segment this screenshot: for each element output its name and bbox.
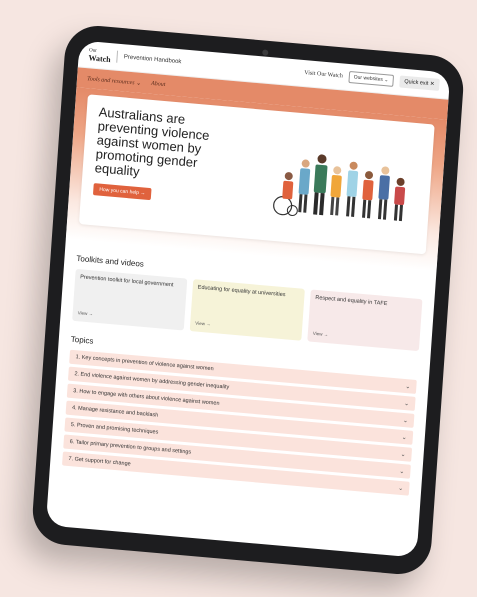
logo-text-bottom: Watch: [88, 53, 111, 65]
visit-our-watch-link[interactable]: Visit Our Watch: [304, 70, 343, 79]
topics-accordion: 1. Key concepts in prevention of violenc…: [50, 349, 429, 497]
hero-title: Australians are preventing violence agai…: [94, 104, 210, 180]
people-illustration: [273, 154, 406, 222]
tablet-device: Our Watch Prevention Handbook Visit Our …: [30, 23, 466, 577]
nav-about[interactable]: About: [151, 81, 166, 88]
chevron-down-icon: ⌄: [402, 417, 409, 424]
how-you-can-help-button[interactable]: How you can help →: [92, 183, 152, 201]
chevron-down-icon: ⌄: [401, 434, 407, 441]
toolkit-view-link[interactable]: View →: [78, 310, 94, 316]
hero-section: Australians are preventing violence agai…: [65, 87, 448, 272]
topic-label: 5. Proven and promising techniques: [70, 422, 159, 436]
topic-label: 7. Get support for change: [68, 455, 131, 468]
topic-label: 4. Manage resistance and backlash: [71, 405, 159, 419]
toolkit-card-title: Prevention toolkit for local government: [79, 274, 174, 289]
our-watch-logo[interactable]: Our Watch: [88, 47, 111, 65]
tablet-screen: Our Watch Prevention Handbook Visit Our …: [45, 40, 451, 558]
chevron-down-icon: ⌄: [400, 451, 406, 458]
toolkit-card-title: Respect and equality in TAFE: [315, 294, 388, 308]
our-websites-dropdown[interactable]: Our websites ⌄: [348, 70, 394, 87]
handbook-title: Prevention Handbook: [123, 54, 182, 66]
quick-exit-button[interactable]: Quick exit ✕: [398, 75, 440, 91]
chevron-down-icon: ⌄: [399, 468, 405, 475]
toolkit-card-local-government[interactable]: Prevention toolkit for local government …: [72, 268, 188, 331]
toolkit-card-universities[interactable]: Educating for equality at universities V…: [189, 279, 305, 341]
toolkit-view-link[interactable]: View →: [313, 331, 329, 337]
toolkit-card-title: Educating for equality at universities: [197, 284, 286, 299]
chevron-down-icon: ⌄: [405, 383, 411, 390]
header-spacer: [187, 63, 298, 73]
wheelchair-icon: [273, 196, 298, 217]
hero-card: Australians are preventing violence agai…: [78, 94, 435, 255]
chevron-down-icon: ⌄: [397, 485, 404, 492]
nav-tools-and-resources[interactable]: Tools and resources ⌄: [87, 75, 141, 87]
header-divider: [116, 50, 119, 63]
toolkit-card-tafe[interactable]: Respect and equality in TAFE View →: [307, 289, 423, 352]
camera-icon: [262, 49, 269, 56]
chevron-down-icon: ⌄: [403, 400, 410, 407]
toolkit-view-link[interactable]: View →: [195, 320, 211, 326]
